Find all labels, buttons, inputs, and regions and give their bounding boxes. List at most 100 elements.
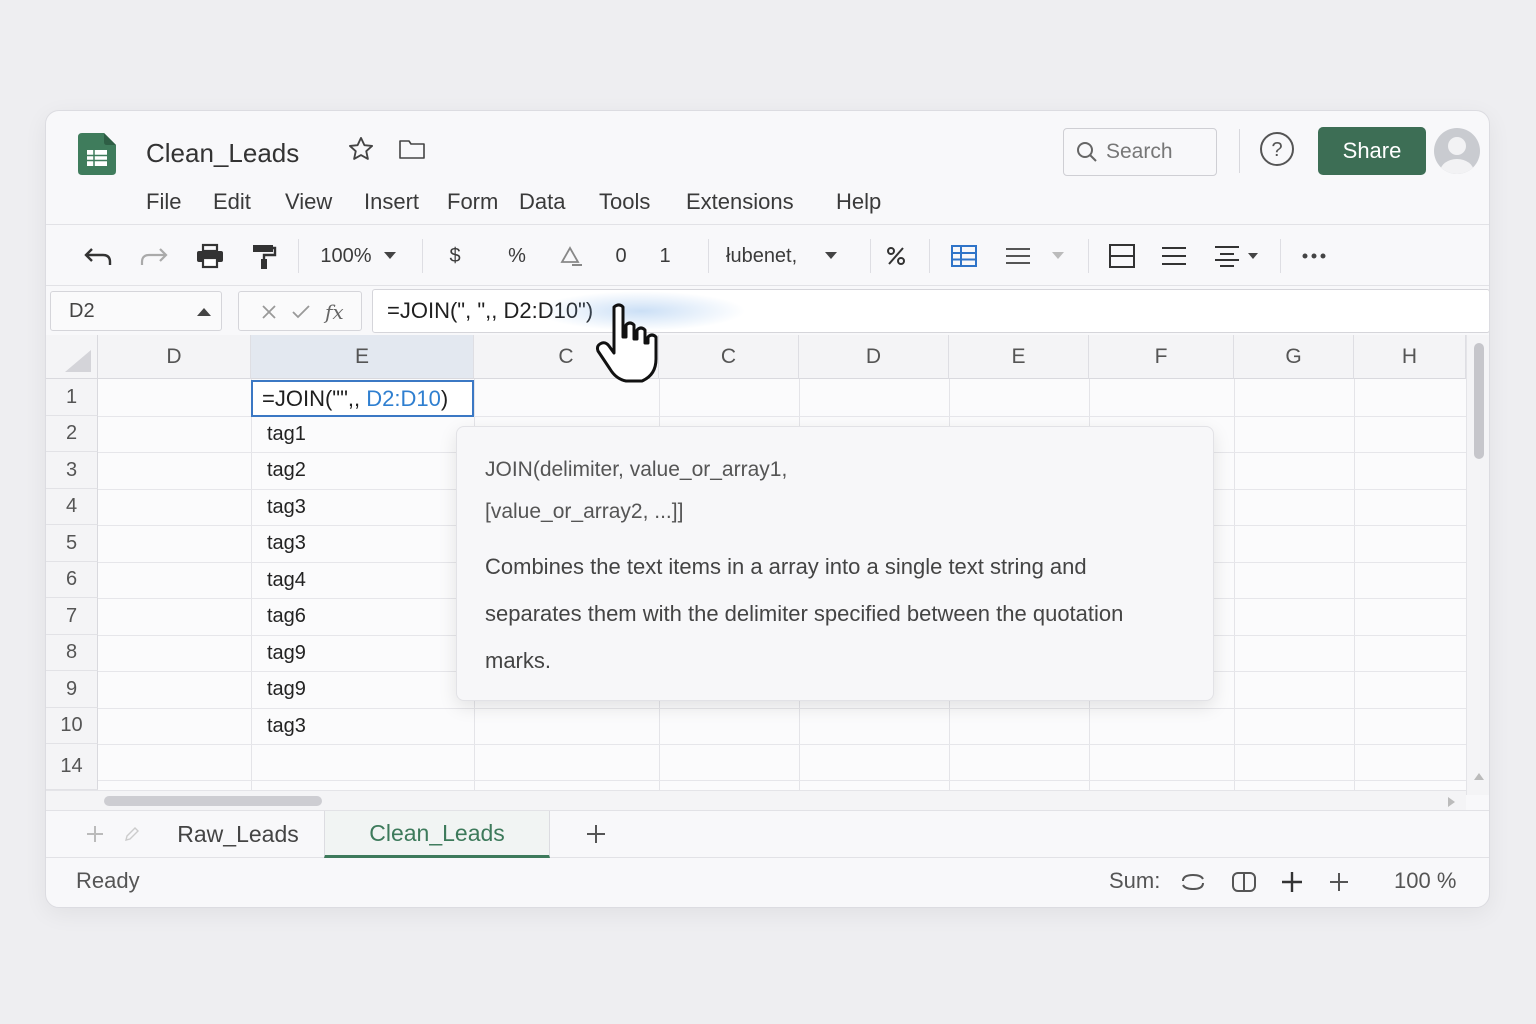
print-icon[interactable] [192, 239, 228, 273]
function-signature-line2: [value_or_array2, ...]] [485, 500, 684, 523]
row-header[interactable]: 5 [46, 525, 98, 562]
paint-format-icon[interactable] [246, 239, 282, 273]
scroll-up-icon[interactable] [1474, 772, 1484, 780]
toolbar-divider [1088, 239, 1089, 273]
document-title[interactable]: Clean_Leads [146, 138, 299, 169]
row-header[interactable]: 3 [46, 452, 98, 489]
select-all-corner[interactable] [46, 335, 98, 379]
cell-value[interactable]: tag1 [267, 423, 306, 446]
increase-decimal-button[interactable]: 1 [650, 239, 680, 273]
menu-edit[interactable]: Edit [213, 189, 251, 215]
scrollbar-thumb[interactable] [104, 796, 322, 806]
toolbar-divider [1280, 239, 1281, 273]
cell-value[interactable]: tag2 [267, 459, 306, 482]
active-cell-editor[interactable]: =JOIN("",, D2:D10) [251, 380, 474, 417]
add-sheet-icon[interactable] [586, 824, 606, 844]
chevron-down-icon [825, 252, 838, 259]
avatar[interactable] [1434, 128, 1480, 174]
row-header[interactable]: 7 [46, 598, 98, 635]
grid-line [1354, 379, 1355, 790]
add-sheet-icon[interactable] [86, 825, 104, 843]
font-select[interactable]: łubenet, [722, 239, 854, 273]
toolbar-divider [929, 239, 930, 273]
column-header[interactable]: F [1089, 335, 1234, 379]
column-header[interactable]: E [251, 335, 474, 379]
menu-help[interactable]: Help [836, 189, 881, 215]
cell-value[interactable]: tag6 [267, 605, 306, 628]
cell-value[interactable]: tag3 [267, 496, 306, 519]
close-icon[interactable] [261, 304, 277, 320]
decrease-decimal-icon[interactable] [556, 239, 586, 273]
menu-format[interactable]: Form [447, 189, 498, 215]
row-header[interactable]: 6 [46, 562, 98, 598]
redo-icon[interactable] [136, 239, 172, 273]
undo-icon[interactable] [80, 239, 116, 273]
text-wrap-icon[interactable] [1156, 239, 1192, 273]
cell-value[interactable]: tag9 [267, 642, 306, 665]
column-header[interactable]: D [98, 335, 251, 379]
name-box[interactable]: D2 [50, 291, 222, 331]
toolbar-divider [422, 239, 423, 273]
vertical-align-icon[interactable] [1206, 239, 1266, 273]
merge-cells-icon[interactable] [1000, 239, 1036, 273]
zoom-value: 100% [320, 244, 372, 267]
percent-button[interactable]: % [502, 239, 532, 273]
zoom-select[interactable]: 100% [312, 239, 404, 273]
menu-file[interactable]: File [146, 189, 181, 215]
check-icon[interactable] [291, 304, 311, 320]
sheet-tab-raw-leads[interactable]: Raw_Leads [158, 811, 318, 858]
sum-label[interactable]: Sum: [1109, 868, 1160, 894]
menu-extensions[interactable]: Extensions [686, 189, 794, 215]
refresh-icon[interactable] [1178, 867, 1208, 897]
menu-data[interactable]: Data [519, 189, 565, 215]
row-header[interactable]: 4 [46, 489, 98, 525]
cell-value[interactable]: tag3 [267, 715, 306, 738]
cell-value[interactable]: tag9 [267, 678, 306, 701]
row-header[interactable]: 8 [46, 635, 98, 671]
horizontal-align-icon[interactable] [1104, 239, 1140, 273]
scrollbar-thumb[interactable] [1474, 343, 1484, 459]
chevron-down-icon[interactable] [1046, 239, 1070, 273]
add-icon[interactable] [1324, 867, 1354, 897]
active-cell-suffix: ) [440, 385, 449, 411]
book-icon[interactable] [1229, 867, 1259, 897]
borders-icon[interactable] [946, 239, 982, 273]
decrease-decimal-button[interactable]: 0 [606, 239, 636, 273]
scroll-right-icon[interactable] [1448, 797, 1456, 807]
help-icon[interactable]: ? [1259, 131, 1295, 167]
text-rotate-icon[interactable] [880, 239, 912, 273]
column-header[interactable]: E [949, 335, 1089, 379]
row-header[interactable]: 10 [46, 708, 98, 744]
sheets-logo-icon[interactable] [78, 133, 116, 175]
formula-controls: fx [238, 291, 362, 331]
vertical-scrollbar[interactable] [1466, 335, 1489, 795]
cell-value[interactable]: tag4 [267, 569, 306, 592]
currency-button[interactable]: $ [440, 239, 470, 273]
column-header[interactable]: H [1354, 335, 1466, 379]
active-cell-prefix: =JOIN("",, [262, 385, 367, 411]
row-header[interactable]: 1 [46, 379, 98, 416]
horizontal-scrollbar[interactable] [46, 790, 1466, 810]
search-box[interactable]: Search [1063, 128, 1217, 176]
row-header[interactable]: 2 [46, 416, 98, 452]
zoom-in-icon[interactable] [1277, 867, 1307, 897]
star-icon[interactable] [345, 133, 377, 165]
zoom-level[interactable]: 100 % [1394, 868, 1456, 894]
column-header[interactable]: C [659, 335, 799, 379]
pencil-icon[interactable] [124, 826, 140, 842]
cell-value[interactable]: tag3 [267, 532, 306, 555]
row-header[interactable]: 9 [46, 671, 98, 708]
menu-insert[interactable]: Insert [364, 189, 419, 215]
toolbar-divider [708, 239, 709, 273]
fx-icon: fx [325, 300, 344, 324]
share-button[interactable]: Share [1318, 127, 1426, 175]
more-options-icon[interactable] [1296, 239, 1332, 273]
toolbar-divider [298, 239, 299, 273]
column-header[interactable]: G [1234, 335, 1354, 379]
row-header[interactable]: 14 [46, 744, 98, 790]
menu-tools[interactable]: Tools [599, 189, 650, 215]
sheet-tab-clean-leads[interactable]: Clean_Leads [324, 811, 550, 858]
menu-view[interactable]: View [285, 189, 332, 215]
column-header[interactable]: D [799, 335, 949, 379]
folder-icon[interactable] [396, 133, 428, 165]
